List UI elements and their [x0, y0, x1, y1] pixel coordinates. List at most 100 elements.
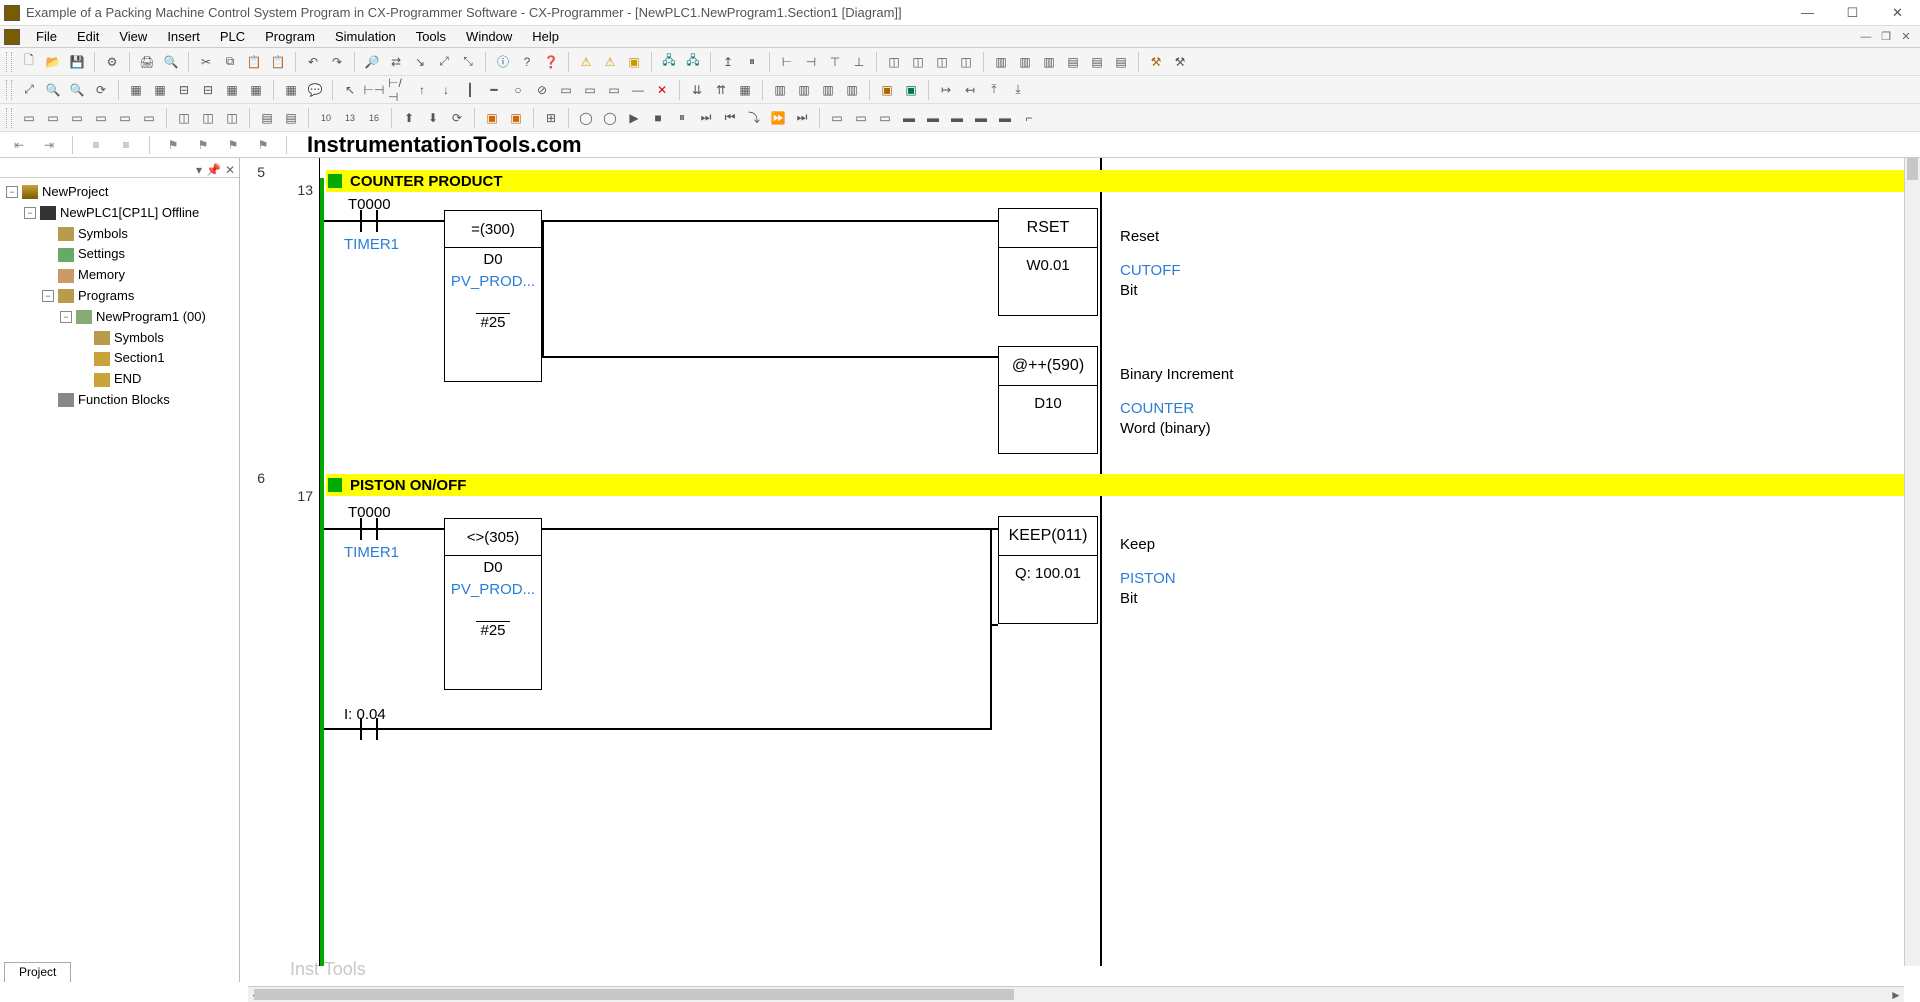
- func3-icon[interactable]: ▭: [603, 79, 625, 101]
- rung-up-icon[interactable]: ↥: [717, 51, 739, 73]
- view5-icon[interactable]: ▦: [221, 79, 243, 101]
- new-icon[interactable]: 🗋: [18, 51, 40, 73]
- audio1-icon[interactable]: ◯: [575, 107, 597, 129]
- output-increment[interactable]: @++(590) D10: [998, 346, 1098, 454]
- menu-insert[interactable]: Insert: [157, 27, 210, 46]
- tree-settings[interactable]: Settings: [42, 244, 237, 265]
- rung-6-header[interactable]: PISTON ON/OFF: [326, 474, 1904, 496]
- rung1-icon[interactable]: ▭: [18, 107, 40, 129]
- rung4-icon[interactable]: ▭: [90, 107, 112, 129]
- menu-simulation[interactable]: Simulation: [325, 27, 406, 46]
- tree-section1[interactable]: Section1: [78, 348, 237, 369]
- dl3-icon[interactable]: ▦: [734, 79, 756, 101]
- tree-end[interactable]: END: [78, 369, 237, 390]
- view4-icon[interactable]: ⊟: [197, 79, 219, 101]
- mdi-restore-button[interactable]: ❐: [1876, 29, 1896, 45]
- output-rset[interactable]: RSET W0.01: [998, 208, 1098, 316]
- num10-icon[interactable]: 10: [315, 107, 337, 129]
- warn1-icon[interactable]: ⚠: [575, 51, 597, 73]
- pause2-icon[interactable]: ⏸: [671, 107, 693, 129]
- save-icon[interactable]: 💾: [66, 51, 88, 73]
- zoom-in-icon[interactable]: 🔍: [42, 79, 64, 101]
- func2-icon[interactable]: ▭: [579, 79, 601, 101]
- ff-icon[interactable]: ⏩: [767, 107, 789, 129]
- menu-help[interactable]: Help: [522, 27, 569, 46]
- mem2-icon[interactable]: ▥: [1014, 51, 1036, 73]
- tree-symbols[interactable]: Symbols: [42, 224, 237, 245]
- branch4-icon[interactable]: ⊥: [848, 51, 870, 73]
- menu-file[interactable]: File: [26, 27, 67, 46]
- mem1-icon[interactable]: ▥: [990, 51, 1012, 73]
- tbl2-icon[interactable]: ▤: [280, 107, 302, 129]
- chip1-icon[interactable]: ▣: [876, 79, 898, 101]
- minimize-button[interactable]: —: [1785, 0, 1830, 26]
- contact-p-icon[interactable]: ↑: [411, 79, 433, 101]
- spc1-icon[interactable]: ◫: [173, 107, 195, 129]
- online1-icon[interactable]: 🖧: [658, 51, 680, 73]
- nav-sync-icon[interactable]: ⟳: [446, 107, 468, 129]
- menu-tools[interactable]: Tools: [406, 27, 456, 46]
- help-icon[interactable]: ?: [516, 51, 538, 73]
- align6-icon[interactable]: ▬: [946, 107, 968, 129]
- align7-icon[interactable]: ▬: [970, 107, 992, 129]
- rung-5-header[interactable]: COUNTER PRODUCT: [326, 170, 1904, 192]
- play-icon[interactable]: ▶: [623, 107, 645, 129]
- func-equal-300[interactable]: =(300) D0 PV_PROD... #25: [444, 210, 542, 382]
- panel-pin-icon[interactable]: 📌: [206, 163, 221, 177]
- branch1-icon[interactable]: ⊢: [776, 51, 798, 73]
- warn2-icon[interactable]: ⚠: [599, 51, 621, 73]
- panel-dropdown-icon[interactable]: ▾: [196, 163, 202, 177]
- view3-icon[interactable]: ⊟: [173, 79, 195, 101]
- align4-icon[interactable]: ▬: [898, 107, 920, 129]
- mdi-close-button[interactable]: ✕: [1896, 29, 1916, 45]
- mon1-icon[interactable]: ▥: [769, 79, 791, 101]
- mem4-icon[interactable]: ▤: [1062, 51, 1084, 73]
- horizontal-scrollbar[interactable]: ◄ ►: [248, 986, 1904, 1002]
- bit4-icon[interactable]: ◫: [955, 51, 977, 73]
- info-icon[interactable]: ⓘ: [492, 51, 514, 73]
- dl2-icon[interactable]: ⇈: [710, 79, 732, 101]
- contact-no[interactable]: [354, 210, 384, 232]
- zoom-reset-icon[interactable]: ⟳: [90, 79, 112, 101]
- tree-project[interactable]: −NewProject: [6, 182, 237, 203]
- paste-icon[interactable]: 📋: [243, 51, 265, 73]
- contact-no-icon[interactable]: ⊢⊣: [363, 79, 385, 101]
- paste2-icon[interactable]: 📋: [267, 51, 289, 73]
- vertical-scrollbar[interactable]: [1904, 158, 1920, 966]
- step-in-icon[interactable]: ⤵: [743, 107, 765, 129]
- mem6-icon[interactable]: ▤: [1110, 51, 1132, 73]
- contact-no-3[interactable]: [354, 718, 384, 740]
- mem3-icon[interactable]: ▥: [1038, 51, 1060, 73]
- tag1-icon[interactable]: ⊞: [540, 107, 562, 129]
- bit2-icon[interactable]: ◫: [907, 51, 929, 73]
- mon2-icon[interactable]: ▥: [793, 79, 815, 101]
- cut-icon[interactable]: ✂: [195, 51, 217, 73]
- tree-memory[interactable]: Memory: [42, 265, 237, 286]
- print-icon[interactable]: 🖨: [136, 51, 158, 73]
- hline-icon[interactable]: —: [627, 79, 649, 101]
- tree-function-blocks[interactable]: Function Blocks: [42, 390, 237, 411]
- undo-icon[interactable]: ↶: [302, 51, 324, 73]
- tbl1-icon[interactable]: ▤: [256, 107, 278, 129]
- menu-plc[interactable]: PLC: [210, 27, 255, 46]
- contact-nc-icon[interactable]: ⊢/⊣: [387, 79, 409, 101]
- audio2-icon[interactable]: ◯: [599, 107, 621, 129]
- menu-edit[interactable]: Edit: [67, 27, 109, 46]
- coil-icon[interactable]: ○: [507, 79, 529, 101]
- addr-icon[interactable]: ⤡: [457, 51, 479, 73]
- bm2-icon[interactable]: ⚑: [192, 134, 214, 156]
- sim2-icon[interactable]: ▣: [505, 107, 527, 129]
- mon3-icon[interactable]: ▥: [817, 79, 839, 101]
- rung5-icon[interactable]: ▭: [114, 107, 136, 129]
- step4-icon[interactable]: ⤓: [1007, 79, 1029, 101]
- nav-dn-icon[interactable]: ⬇: [422, 107, 444, 129]
- menu-view[interactable]: View: [109, 27, 157, 46]
- ld-cursor-icon[interactable]: ↖: [339, 79, 361, 101]
- align5-icon[interactable]: ▬: [922, 107, 944, 129]
- view6-icon[interactable]: ▦: [245, 79, 267, 101]
- indent-r-icon[interactable]: ⇥: [38, 134, 60, 156]
- context-help-icon[interactable]: ❓: [540, 51, 562, 73]
- compile-icon[interactable]: ⚙: [101, 51, 123, 73]
- step3-icon[interactable]: ⤒: [983, 79, 1005, 101]
- chip2-icon[interactable]: ▣: [900, 79, 922, 101]
